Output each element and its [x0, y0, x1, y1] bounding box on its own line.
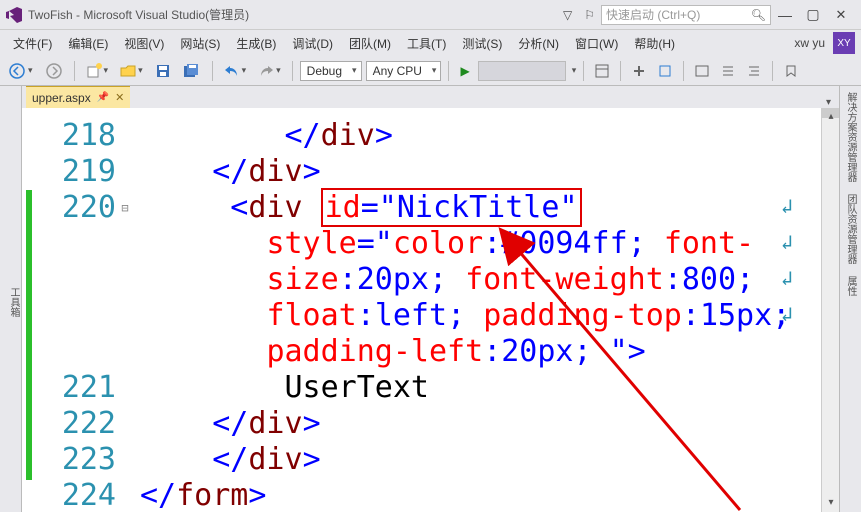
menu-build[interactable]: 生成(B) — [229, 32, 283, 55]
titlebar: TwoFish - Microsoft Visual Studio(管理员) ▽… — [0, 0, 861, 30]
tab-overflow-button[interactable]: ▾ — [826, 97, 831, 108]
maximize-button[interactable]: ▢ — [799, 6, 827, 23]
platform-combo[interactable]: Any CPU▾ — [366, 61, 442, 81]
menubar: 文件(F) 编辑(E) 视图(V) 网站(S) 生成(B) 调试(D) 团队(M… — [0, 30, 861, 56]
quick-launch-input[interactable]: 快速启动 (Ctrl+Q) 🔍︎ — [601, 5, 771, 25]
open-button[interactable]: ▾ — [116, 61, 147, 81]
menu-test[interactable]: 测试(S) — [455, 32, 509, 55]
browser-combo[interactable] — [478, 61, 566, 81]
menu-analyze[interactable]: 分析(N) — [511, 32, 566, 55]
new-project-button[interactable]: ▾ — [82, 61, 113, 81]
user-avatar[interactable]: XY — [833, 32, 855, 54]
scroll-up-button[interactable]: ▴ — [822, 108, 839, 126]
properties-tab[interactable]: 属性 — [840, 270, 861, 302]
main-area: 工具箱 upper.aspx 📌 ✕ ▾ 218 219 220 221 222… — [0, 86, 861, 512]
menu-help[interactable]: 帮助(H) — [627, 32, 682, 55]
change-indicator — [26, 190, 32, 480]
window-title: TwoFish - Microsoft Visual Studio(管理员) — [28, 6, 249, 23]
notification-icon[interactable]: ▽ — [563, 8, 572, 22]
vertical-scrollbar[interactable]: ▴ ▾ — [821, 108, 839, 512]
code-editor[interactable]: 218 219 220 221 222 223 224 ⊟ </div> </d… — [22, 108, 839, 512]
undo-button[interactable]: ▾ — [220, 62, 251, 80]
editor-wrap: upper.aspx 📌 ✕ ▾ 218 219 220 221 222 223… — [22, 86, 839, 512]
pin-icon[interactable]: 📌 — [97, 92, 109, 103]
tb-icon-5[interactable] — [717, 62, 739, 80]
quick-launch-placeholder: 快速启动 (Ctrl+Q) — [606, 6, 700, 23]
menu-window[interactable]: 窗口(W) — [568, 32, 625, 55]
search-icon: 🔍︎ — [751, 8, 766, 22]
save-button[interactable] — [151, 61, 175, 81]
nav-forward-button[interactable] — [41, 60, 67, 82]
menu-view[interactable]: 视图(V) — [117, 32, 171, 55]
save-all-button[interactable] — [179, 61, 205, 81]
tb-icon-2[interactable] — [628, 62, 650, 80]
close-button[interactable]: ✕ — [827, 7, 855, 23]
wrap-icon: ↲ — [781, 188, 793, 224]
redo-button[interactable]: ▾ — [254, 62, 285, 80]
right-panels: 解决方案资源管理器 团队资源管理器 属性 — [839, 86, 861, 512]
menu-website[interactable]: 网站(S) — [173, 32, 227, 55]
wrap-icon: ↲ — [781, 260, 793, 296]
menu-file[interactable]: 文件(F) — [6, 32, 59, 55]
scroll-down-button[interactable]: ▾ — [822, 494, 839, 512]
code-content[interactable]: </div> </div> <div id="NickTitle" style=… — [130, 108, 821, 512]
visual-studio-icon — [6, 7, 22, 23]
toolbar: ▾ ▾ ▾ ▾ ▾ Debug▾ Any CPU▾ ▶ ▾ — [0, 56, 861, 86]
file-tab-active[interactable]: upper.aspx 📌 ✕ — [26, 86, 130, 108]
wrap-icon: ↲ — [781, 296, 793, 332]
config-combo[interactable]: Debug▾ — [300, 61, 362, 81]
solution-explorer-tab[interactable]: 解决方案资源管理器 — [840, 86, 861, 188]
tb-icon-4[interactable] — [691, 62, 713, 80]
file-tab-label: upper.aspx — [32, 91, 91, 105]
nav-back-button[interactable]: ▾ — [4, 60, 37, 82]
team-explorer-tab[interactable]: 团队资源管理器 — [840, 188, 861, 270]
user-name[interactable]: xw yu — [794, 36, 825, 50]
menu-team[interactable]: 团队(M) — [342, 32, 398, 55]
line-gutter: 218 219 220 221 222 223 224 ⊟ — [22, 108, 130, 512]
outline-toggle[interactable]: ⊟ — [120, 190, 130, 226]
menu-edit[interactable]: 编辑(E) — [61, 32, 115, 55]
tb-icon-3[interactable] — [654, 62, 676, 80]
minimize-button[interactable]: — — [771, 7, 799, 23]
tb-icon-6[interactable] — [743, 62, 765, 80]
toolbox-panel-tab[interactable]: 工具箱 — [0, 86, 22, 512]
wrap-icon: ↲ — [781, 224, 793, 260]
tb-icon-7[interactable] — [780, 62, 802, 80]
tb-icon-1[interactable] — [591, 62, 613, 80]
close-tab-icon[interactable]: ✕ — [115, 91, 124, 104]
menu-tools[interactable]: 工具(T) — [400, 32, 453, 55]
document-tabs: upper.aspx 📌 ✕ ▾ — [22, 86, 839, 108]
feedback-icon[interactable]: ⚐ — [584, 8, 595, 22]
start-debug-button[interactable]: ▶ — [456, 62, 473, 80]
menu-debug[interactable]: 调试(D) — [285, 32, 340, 55]
